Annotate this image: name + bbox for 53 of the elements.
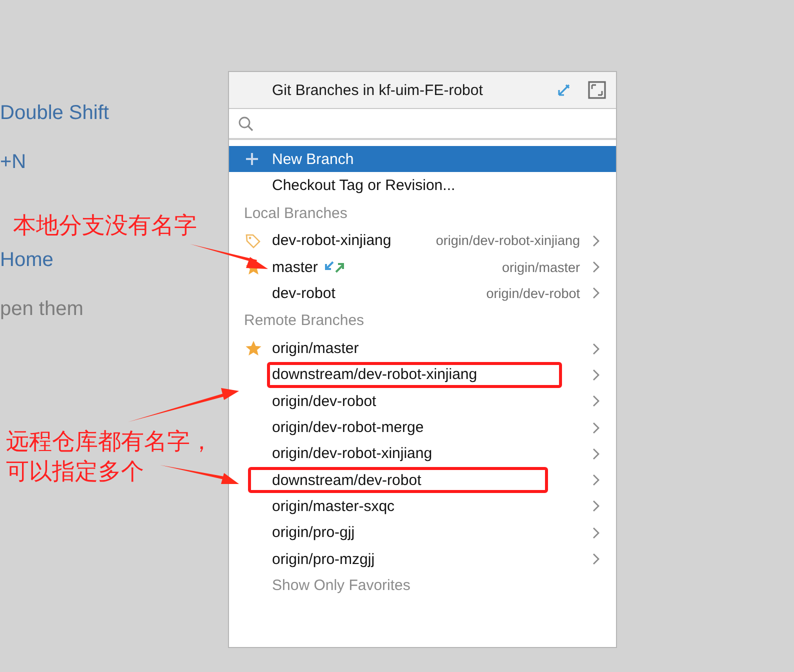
branch-item[interactable]: dev-robot-xinjiang origin/dev-robot-xinjiang xyxy=(229,228,616,254)
popup-title: Git Branches in kf-uim-FE-robot xyxy=(272,82,484,98)
hint-text: Home xyxy=(0,248,54,273)
chevron-right-icon xyxy=(592,422,600,434)
search-icon xyxy=(238,116,254,132)
branch-item[interactable]: downstream/dev-robot-xinjiang xyxy=(229,362,616,388)
branch-item[interactable]: downstream/dev-robot xyxy=(229,466,616,494)
branch-item[interactable]: origin/dev-robot-xinjiang xyxy=(229,440,616,467)
chevron-right-icon xyxy=(592,553,600,565)
menu-item[interactable]: Checkout Tag or Revision... xyxy=(229,172,616,199)
branch-name: downstream/dev-robot-xinjiang xyxy=(272,366,478,384)
menu-item[interactable]: New Branch xyxy=(229,146,616,172)
branch-item[interactable]: origin/pro-mzgjj xyxy=(229,546,616,572)
chevron-right-icon xyxy=(592,287,600,300)
branch-name: origin/dev-robot-merge xyxy=(272,419,424,436)
section-header: Remote Branches xyxy=(243,311,366,332)
chevron-right-icon xyxy=(592,234,600,247)
annotation-text: 远程仓库都有名字， xyxy=(6,427,213,456)
branch-name: origin/master-sxqc xyxy=(272,498,395,515)
plus-icon xyxy=(245,152,259,166)
chevron-right-icon xyxy=(592,474,600,486)
branch-name: origin/pro-gjj xyxy=(272,524,355,542)
branch-item[interactable]: origin/dev-robot xyxy=(229,388,616,414)
branch-name: dev-robot-xinjiang xyxy=(272,232,392,250)
branch-name: origin/master xyxy=(272,340,359,358)
section-header: Local Branches xyxy=(243,204,348,224)
chevron-right-icon xyxy=(592,261,600,274)
branch-name: origin/dev-robot-xinjiang xyxy=(272,445,432,462)
hint-text: pen them xyxy=(0,297,84,322)
branch-name: downstream/dev-robot xyxy=(272,472,422,489)
branch-name: master xyxy=(272,258,318,276)
chevron-right-icon xyxy=(592,448,600,460)
tracking-branch: origin/master xyxy=(502,260,580,275)
branch-name: origin/pro-mzgjj xyxy=(272,550,375,568)
branch-item[interactable]: origin/master-sxqc xyxy=(229,493,616,520)
hint-text: +N xyxy=(0,150,28,175)
branch-item[interactable]: origin/master xyxy=(229,335,616,362)
tracking-branch: origin/dev-robot-xinjiang xyxy=(436,233,580,248)
branch-name: dev-robot xyxy=(272,284,336,302)
maximize-icon[interactable] xyxy=(588,81,606,99)
tracking-branch: origin/dev-robot xyxy=(486,286,580,301)
chevron-right-icon xyxy=(592,368,600,381)
hint-text: Double Shift xyxy=(0,101,110,126)
branch-item[interactable]: origin/pro-gjj xyxy=(229,520,616,546)
branch-item[interactable]: dev-robot origin/dev-robot xyxy=(229,280,616,306)
chevron-right-icon xyxy=(592,342,600,355)
chevron-right-icon xyxy=(592,395,600,408)
chevron-right-icon xyxy=(592,500,600,512)
annotation-text: 可以指定多个 xyxy=(6,457,144,486)
chevron-right-icon xyxy=(592,526,600,539)
branch-name: origin/dev-robot xyxy=(272,392,376,410)
branch-item[interactable]: origin/dev-robot-merge xyxy=(229,414,616,441)
annotation-text: 本地分支没有名字 xyxy=(13,211,197,240)
